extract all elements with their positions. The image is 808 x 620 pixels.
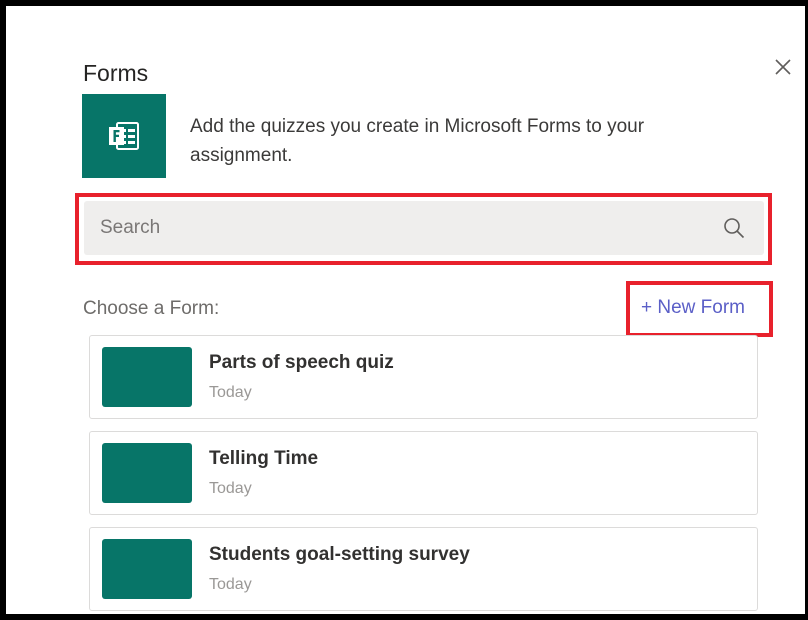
search-input[interactable] bbox=[84, 201, 704, 255]
search-box[interactable] bbox=[84, 201, 764, 255]
new-form-button[interactable]: + New Form bbox=[641, 297, 745, 319]
choose-form-label: Choose a Form: bbox=[83, 298, 220, 319]
forms-logo-glyph bbox=[109, 122, 139, 150]
form-list-item[interactable]: Telling Time Today bbox=[89, 431, 758, 515]
form-list-item[interactable]: Parts of speech quiz Today bbox=[89, 335, 758, 419]
form-date: Today bbox=[209, 384, 252, 401]
form-title: Telling Time bbox=[209, 448, 319, 469]
close-icon bbox=[775, 59, 791, 75]
form-thumbnail bbox=[102, 539, 192, 599]
form-thumbnail bbox=[102, 443, 192, 503]
dialog-title: Forms bbox=[83, 60, 149, 86]
close-button[interactable] bbox=[770, 54, 796, 80]
form-date: Today bbox=[209, 480, 252, 497]
form-title: Students goal-setting survey bbox=[209, 544, 470, 565]
form-title: Parts of speech quiz bbox=[209, 352, 394, 373]
form-date: Today bbox=[209, 576, 252, 593]
microsoft-forms-icon bbox=[82, 94, 166, 178]
forms-dialog: Forms Add the quizzes you create in Micr… bbox=[0, 0, 808, 620]
dialog-description: Add the quizzes you create in Microsoft … bbox=[190, 116, 645, 166]
search-icon[interactable] bbox=[722, 216, 746, 240]
form-thumbnail bbox=[102, 347, 192, 407]
form-list-item[interactable]: Students goal-setting survey Today bbox=[89, 527, 758, 611]
